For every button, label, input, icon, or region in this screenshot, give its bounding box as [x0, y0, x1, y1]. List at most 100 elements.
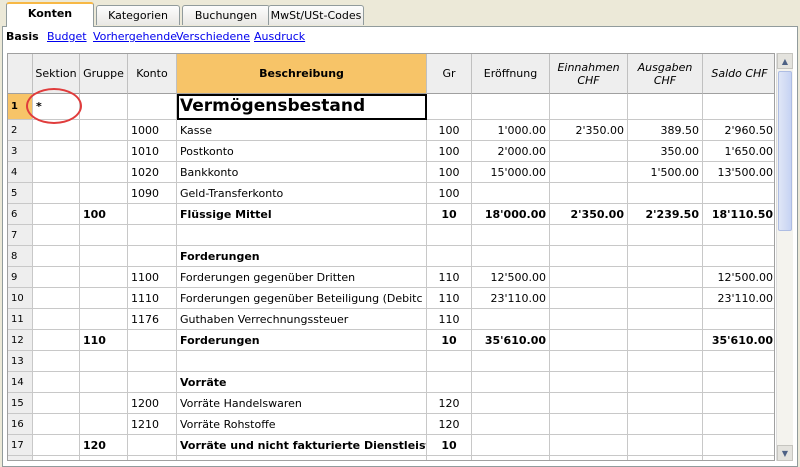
cell-beschreibung[interactable]	[177, 456, 427, 460]
cell-einnahmen[interactable]	[550, 435, 628, 456]
cell-gruppe[interactable]	[80, 183, 128, 204]
scroll-thumb[interactable]	[778, 71, 792, 231]
cell-einnahmen[interactable]	[550, 330, 628, 351]
cell-eroeffnung[interactable]	[472, 393, 550, 414]
cell-eroeffnung[interactable]: 23'110.00	[472, 288, 550, 309]
view-link-basis[interactable]: Basis	[6, 30, 39, 43]
cell-sektion[interactable]	[33, 435, 80, 456]
cell-einnahmen[interactable]	[550, 162, 628, 183]
arrow-up-icon[interactable]: ▲	[777, 53, 793, 69]
cell-gr[interactable]	[427, 456, 472, 460]
cell-gruppe[interactable]	[80, 393, 128, 414]
cell-beschreibung[interactable]: Geld-Transferkonto	[177, 183, 427, 204]
tab-buchungen[interactable]: Buchungen	[182, 5, 270, 25]
view-link-vorhergehende[interactable]: Vorhergehende	[93, 30, 177, 43]
cell-beschreibung[interactable]: Postkonto	[177, 141, 427, 162]
cell-beschreibung[interactable]: Vorräte Handelswaren	[177, 393, 427, 414]
arrow-down-icon[interactable]: ▼	[777, 445, 793, 461]
tab-mwst-ust-codes[interactable]: MwSt/USt-Codes	[268, 5, 364, 25]
cell-ausgaben[interactable]	[628, 393, 703, 414]
cell-sektion[interactable]	[33, 372, 80, 393]
cell-gruppe[interactable]: 100	[80, 204, 128, 225]
row-number[interactable]: 6	[8, 204, 33, 225]
cell-saldo[interactable]	[703, 372, 774, 393]
cell-konto[interactable]: 1090	[128, 183, 177, 204]
column-header-ausgaben[interactable]: Ausgaben CHF	[628, 54, 703, 94]
row-number[interactable]: 2	[8, 120, 33, 141]
cell-ausgaben[interactable]	[628, 456, 703, 460]
cell-beschreibung[interactable]: Bankkonto	[177, 162, 427, 183]
cell-gruppe[interactable]	[80, 414, 128, 435]
cell-ausgaben[interactable]: 2'239.50	[628, 204, 703, 225]
cell-eroeffnung[interactable]	[472, 225, 550, 246]
cell-gr[interactable]: 110	[427, 309, 472, 330]
row-number[interactable]: 9	[8, 267, 33, 288]
cell-beschreibung[interactable]: Forderungen	[177, 330, 427, 351]
cell-konto[interactable]: 1110	[128, 288, 177, 309]
cell-saldo[interactable]	[703, 414, 774, 435]
cell-ausgaben[interactable]	[628, 372, 703, 393]
cell-ausgaben[interactable]	[628, 183, 703, 204]
view-link-budget[interactable]: Budget	[47, 30, 87, 43]
cell-gr[interactable]: 10	[427, 204, 472, 225]
cell-konto[interactable]	[128, 435, 177, 456]
cell-gruppe[interactable]	[80, 456, 128, 460]
cell-sektion[interactable]	[33, 183, 80, 204]
row-number[interactable]: 10	[8, 288, 33, 309]
cell-einnahmen[interactable]	[550, 372, 628, 393]
row-number[interactable]: 12	[8, 330, 33, 351]
column-header-gruppe[interactable]: Gruppe	[80, 54, 128, 94]
row-number[interactable]: 11	[8, 309, 33, 330]
cell-saldo[interactable]	[703, 351, 774, 372]
cell-eroeffnung[interactable]	[472, 435, 550, 456]
cell-sektion[interactable]	[33, 267, 80, 288]
cell-saldo[interactable]: 13'500.00	[703, 162, 774, 183]
cell-ausgaben[interactable]	[628, 330, 703, 351]
cell-eroeffnung[interactable]	[472, 456, 550, 460]
cell-eroeffnung[interactable]	[472, 94, 550, 120]
cell-saldo[interactable]: 23'110.00	[703, 288, 774, 309]
cell-sektion[interactable]	[33, 351, 80, 372]
cell-einnahmen[interactable]	[550, 456, 628, 460]
cell-einnahmen[interactable]	[550, 414, 628, 435]
cell-saldo[interactable]	[703, 94, 774, 120]
cell-einnahmen[interactable]: 2'350.00	[550, 204, 628, 225]
cell-gr[interactable]: 100	[427, 162, 472, 183]
cell-saldo[interactable]	[703, 456, 774, 460]
cell-gruppe[interactable]	[80, 309, 128, 330]
cell-einnahmen[interactable]	[550, 351, 628, 372]
cell-beschreibung[interactable]: Flüssige Mittel	[177, 204, 427, 225]
row-number[interactable]: 14	[8, 372, 33, 393]
cell-gruppe[interactable]	[80, 351, 128, 372]
cell-konto[interactable]: 1000	[128, 120, 177, 141]
cell-beschreibung[interactable]: Vermögensbestand	[177, 94, 427, 120]
cell-gruppe[interactable]	[80, 120, 128, 141]
cell-saldo[interactable]	[703, 435, 774, 456]
cell-gruppe[interactable]	[80, 267, 128, 288]
cell-ausgaben[interactable]	[628, 351, 703, 372]
row-number[interactable]: 15	[8, 393, 33, 414]
cell-beschreibung[interactable]	[177, 225, 427, 246]
row-number[interactable]	[8, 456, 33, 460]
row-number[interactable]: 17	[8, 435, 33, 456]
cell-gruppe[interactable]	[80, 246, 128, 267]
row-number[interactable]: 7	[8, 225, 33, 246]
cell-gr[interactable]: 10	[427, 330, 472, 351]
cell-gruppe[interactable]	[80, 288, 128, 309]
cell-gr[interactable]	[427, 94, 472, 120]
cell-saldo[interactable]	[703, 225, 774, 246]
cell-gruppe[interactable]: 110	[80, 330, 128, 351]
cell-konto[interactable]	[128, 330, 177, 351]
row-number[interactable]: 8	[8, 246, 33, 267]
cell-gr[interactable]	[427, 246, 472, 267]
cell-gr[interactable]: 100	[427, 141, 472, 162]
cell-konto[interactable]	[128, 204, 177, 225]
cell-einnahmen[interactable]	[550, 267, 628, 288]
cell-konto[interactable]	[128, 456, 177, 460]
cell-gruppe[interactable]	[80, 162, 128, 183]
cell-gr[interactable]: 100	[427, 183, 472, 204]
row-number[interactable]: 3	[8, 141, 33, 162]
column-header-saldo[interactable]: Saldo CHF	[703, 54, 774, 94]
cell-konto[interactable]: 1210	[128, 414, 177, 435]
cell-ausgaben[interactable]: 1'500.00	[628, 162, 703, 183]
